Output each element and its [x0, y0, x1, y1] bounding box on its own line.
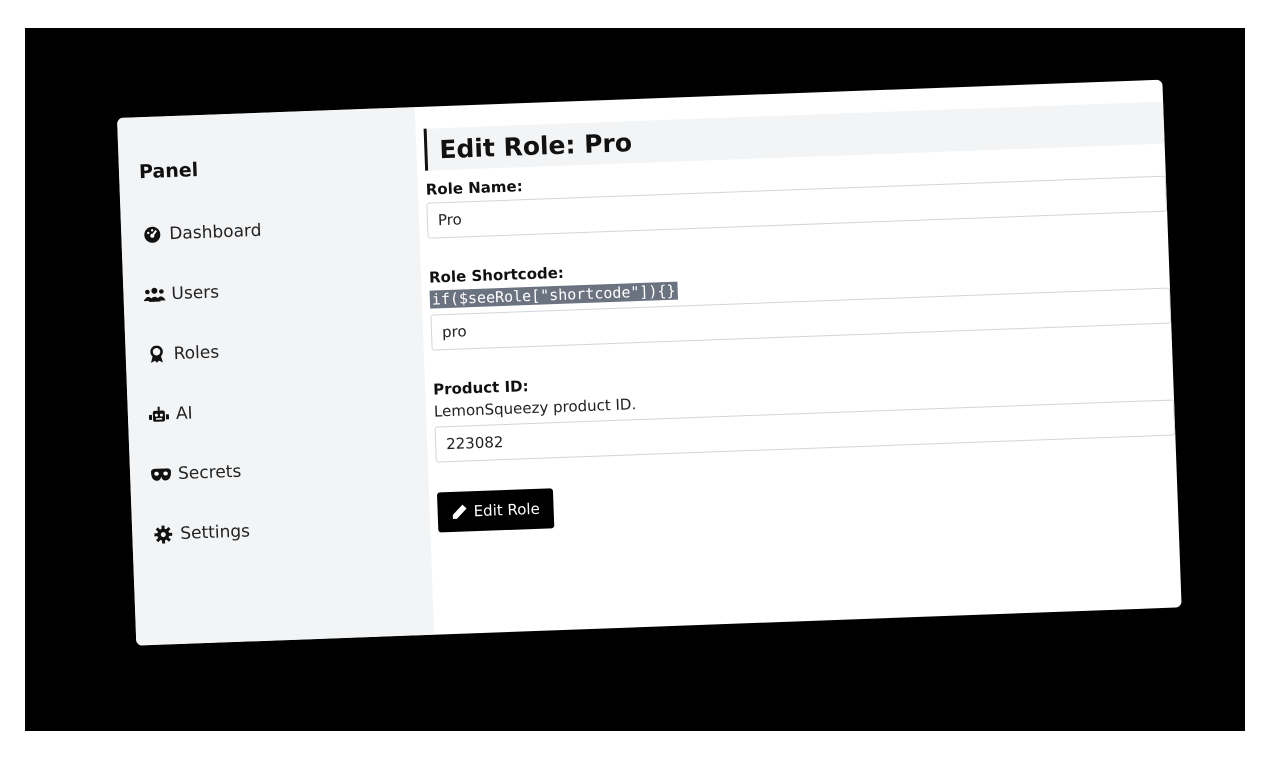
sidebar-item-dashboard[interactable]: Dashboard: [140, 195, 420, 265]
sidebar-item-label: Settings: [179, 521, 251, 544]
mask-icon: [150, 464, 173, 485]
sidebar-item-label: AI: [175, 403, 193, 425]
sidebar-item-secrets[interactable]: Secrets: [149, 435, 429, 505]
page-title: Edit Role: Pro: [438, 127, 633, 164]
edit-role-button[interactable]: Edit Role: [436, 488, 555, 533]
admin-panel-card: Panel Dashboard Users Roles AI Secrets S…: [117, 79, 1182, 646]
sidebar-item-label: Users: [171, 282, 220, 305]
sidebar-item-roles[interactable]: Roles: [145, 315, 425, 385]
product-id-group: Product ID: LemonSqueezy product ID.: [433, 353, 1176, 463]
sidebar-item-label: Dashboard: [168, 220, 262, 245]
sidebar-item-ai[interactable]: AI: [147, 375, 427, 445]
sidebar-item-users[interactable]: Users: [142, 255, 422, 325]
robot-icon: [148, 404, 171, 425]
sidebar-title: Panel: [138, 159, 199, 184]
gear-icon: [152, 524, 175, 545]
sidebar-item-label: Roles: [173, 342, 220, 365]
role-shortcode-group: Role Shortcode: if($seeRole["shortcode"]…: [429, 242, 1172, 351]
sidebar-item-settings[interactable]: Settings: [151, 495, 431, 565]
sidebar: Panel Dashboard Users Roles AI Secrets S…: [117, 107, 435, 646]
edit-role-button-label: Edit Role: [473, 499, 541, 521]
screen-background: Panel Dashboard Users Roles AI Secrets S…: [25, 28, 1245, 731]
shortcode-code-hint: if($seeRole["shortcode"]){}: [429, 281, 678, 309]
dashboard-gauge-icon: [141, 224, 164, 245]
main-content: Edit Role: Pro Role Name: Role Shortcode…: [415, 80, 1182, 635]
users-icon: [143, 284, 166, 305]
pencil-icon: [451, 503, 468, 520]
sidebar-item-label: Secrets: [177, 461, 242, 484]
award-icon: [145, 344, 168, 365]
